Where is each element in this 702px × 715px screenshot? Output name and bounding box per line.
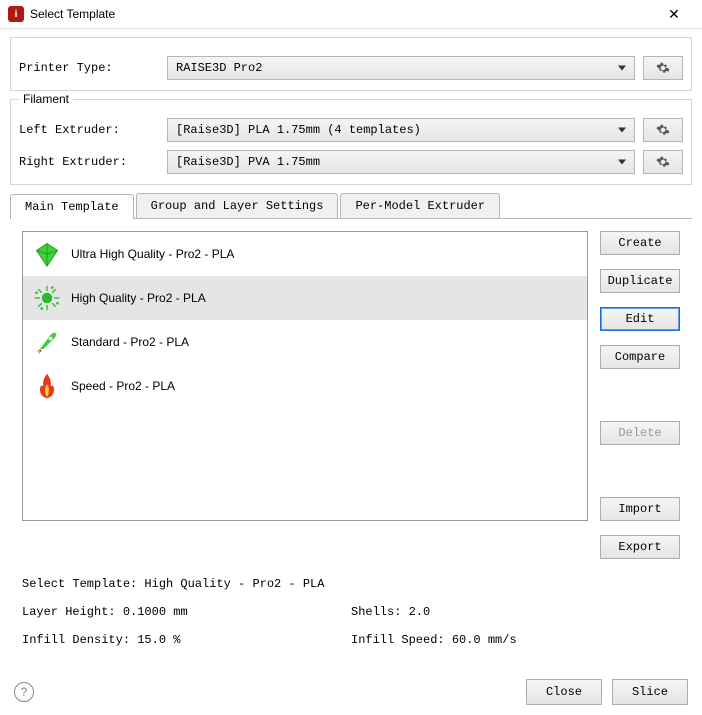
filament-group: Filament Left Extruder: [Raise3D] PLA 1.… [10,99,692,185]
printer-type-group: Printer Type: RAISE3D Pro2 [10,37,692,91]
template-item-speed[interactable]: Speed - Pro2 - PLA [23,364,587,408]
infill-density-label: Infill Density: [22,633,130,647]
delete-button[interactable]: Delete [600,421,680,445]
layer-height-label: Layer Height: [22,605,116,619]
tab-group-layer-settings[interactable]: Group and Layer Settings [136,193,339,218]
flame-icon [33,372,61,400]
select-template-dialog: i Select Template ✕ Printer Type: RAISE3… [0,0,702,674]
diamond-icon [33,240,61,268]
app-icon: i [8,6,24,22]
select-template-value: High Quality - Pro2 - PLA [144,577,324,591]
infill-density-value: 15.0 % [137,633,180,647]
side-buttons: Create Duplicate Edit Compare Delete Imp… [600,231,680,559]
left-extruder-label: Left Extruder: [19,123,159,137]
shells-label: Shells: [351,605,401,619]
right-extruder-value: [Raise3D] PVA 1.75mm [176,155,320,169]
create-button[interactable]: Create [600,231,680,255]
template-item-label: Ultra High Quality - Pro2 - PLA [71,247,234,261]
gear-icon [656,155,670,169]
right-extruder-label: Right Extruder: [19,155,159,169]
burst-icon [33,284,61,312]
shells-value: 2.0 [409,605,431,619]
layer-height-value: 0.1000 mm [123,605,188,619]
right-extruder-settings-button[interactable] [643,150,683,174]
gear-icon [656,123,670,137]
compare-button[interactable]: Compare [600,345,680,369]
gear-icon [656,61,670,75]
left-extruder-value: [Raise3D] PLA 1.75mm (4 templates) [176,123,421,137]
selected-template-row: Select Template: High Quality - Pro2 - P… [22,577,680,591]
export-button[interactable]: Export [600,535,680,559]
tab-per-model-extruder[interactable]: Per-Model Extruder [340,193,500,218]
template-item-label: Speed - Pro2 - PLA [71,379,175,393]
printer-type-value: RAISE3D Pro2 [176,61,262,75]
chevron-down-icon [618,66,626,71]
printer-type-dropdown[interactable]: RAISE3D Pro2 [167,56,635,80]
filament-legend: Filament [19,92,73,106]
tab-content: Ultra High Quality - Pro2 - PLA [10,219,692,571]
duplicate-button[interactable]: Duplicate [600,269,680,293]
rocket-icon [33,328,61,356]
template-list[interactable]: Ultra High Quality - Pro2 - PLA [22,231,588,521]
window-title: Select Template [30,7,654,21]
chevron-down-icon [618,128,626,133]
left-extruder-settings-button[interactable] [643,118,683,142]
footer: ? Close Slice [0,669,702,715]
template-item-high[interactable]: High Quality - Pro2 - PLA [23,276,587,320]
close-button[interactable]: Close [526,679,602,705]
slice-button[interactable]: Slice [612,679,688,705]
infill-speed-label: Infill Speed: [351,633,445,647]
import-button[interactable]: Import [600,497,680,521]
printer-type-label: Printer Type: [19,61,159,75]
edit-button[interactable]: Edit [600,307,680,331]
right-extruder-dropdown[interactable]: [Raise3D] PVA 1.75mm [167,150,635,174]
template-item-standard[interactable]: Standard - Pro2 - PLA [23,320,587,364]
help-icon[interactable]: ? [14,682,34,702]
left-extruder-dropdown[interactable]: [Raise3D] PLA 1.75mm (4 templates) [167,118,635,142]
template-item-label: Standard - Pro2 - PLA [71,335,189,349]
tab-main-template[interactable]: Main Template [10,194,134,219]
infill-speed-value: 60.0 mm/s [452,633,517,647]
template-item-ultra-high[interactable]: Ultra High Quality - Pro2 - PLA [23,232,587,276]
tab-bar: Main Template Group and Layer Settings P… [10,193,692,219]
chevron-down-icon [618,160,626,165]
close-icon[interactable]: ✕ [654,0,694,28]
template-item-label: High Quality - Pro2 - PLA [71,291,206,305]
printer-settings-button[interactable] [643,56,683,80]
titlebar: i Select Template ✕ [0,0,702,29]
template-info: Select Template: High Quality - Pro2 - P… [10,571,692,661]
select-template-label: Select Template: [22,577,137,591]
